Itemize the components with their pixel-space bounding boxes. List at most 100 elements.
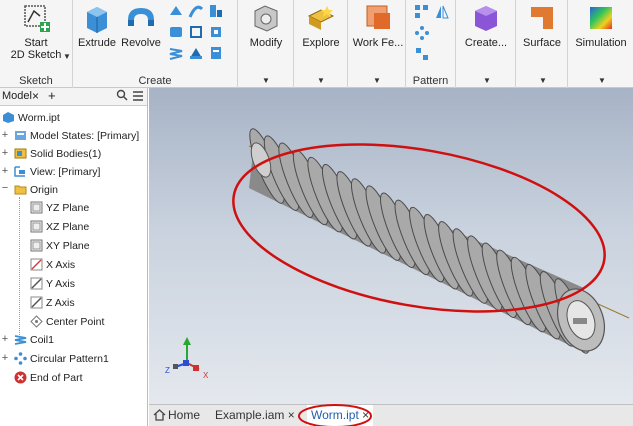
tree-item-label: View: [Primary] — [30, 166, 101, 178]
tree-item-xz-plane[interactable]: XZ Plane — [30, 218, 89, 236]
browser-tab-bar: Model × + — [0, 88, 147, 106]
close-icon[interactable]: × — [32, 89, 39, 103]
triad-z-label: Z — [165, 366, 170, 375]
tab-assembly-label: Example.iam — [215, 408, 285, 422]
sketch-group: Start 2D Sketch ▼ Sketch — [0, 0, 73, 88]
create-freeform-group: Create... ▼ — [456, 0, 516, 88]
chevron-down-icon[interactable]: ▼ — [598, 76, 606, 85]
rectangular-pattern-icon[interactable] — [414, 4, 430, 20]
tree-item-circular-pattern[interactable]: Circular Pattern1 — [14, 350, 109, 368]
tree-item-solid-bodies[interactable]: Solid Bodies(1) — [14, 145, 101, 163]
expand-icon[interactable]: + — [0, 165, 10, 177]
rib-icon[interactable] — [208, 3, 224, 19]
pattern-group-label: Pattern — [412, 75, 449, 87]
circular-pattern-icon — [14, 351, 27, 365]
chevron-down-icon[interactable]: ▼ — [262, 76, 270, 85]
folder-icon — [14, 183, 27, 196]
start-2d-sketch-button[interactable]: Start 2D Sketch — [6, 2, 66, 61]
triad-x-label: X — [203, 371, 209, 380]
tab-home[interactable]: Home — [153, 408, 200, 424]
freeform-box-icon — [470, 2, 502, 34]
axis-icon — [30, 258, 43, 271]
tree-item-model-states[interactable]: Model States: [Primary] — [14, 127, 139, 145]
extrude-label: Extrude — [78, 37, 116, 49]
sweep-icon[interactable] — [188, 3, 204, 19]
end-of-part-icon — [14, 371, 27, 384]
tree-item-end-of-part[interactable]: End of Part — [14, 369, 83, 387]
tree-item-label: End of Part — [30, 372, 83, 384]
tree-item-label: X Axis — [46, 259, 76, 271]
tree-item-center-point[interactable]: Center Point — [30, 313, 104, 331]
add-tab-icon[interactable]: + — [48, 88, 56, 103]
loft-icon[interactable] — [168, 3, 184, 19]
spring-icon[interactable] — [168, 45, 184, 61]
chevron-down-icon[interactable]: ▼ — [539, 76, 547, 85]
expand-icon[interactable]: + — [0, 333, 10, 345]
explore-icon — [305, 2, 337, 34]
expand-icon[interactable]: + — [0, 129, 10, 141]
tree-item-origin[interactable]: Origin — [14, 181, 58, 199]
start-label: Start — [24, 37, 48, 49]
tree-item-label: Worm.ipt — [18, 112, 60, 124]
create-freeform-label: Create... — [464, 37, 508, 49]
work-features-button[interactable]: Work Fe... — [351, 2, 405, 49]
tree-item-xy-plane[interactable]: XY Plane — [30, 237, 90, 255]
decal-icon[interactable] — [188, 45, 204, 61]
menu-icon[interactable] — [132, 90, 144, 105]
import-icon[interactable] — [208, 45, 224, 61]
tree-item-y-axis[interactable]: Y Axis — [30, 275, 75, 293]
graphics-viewport[interactable]: Z X — [149, 88, 633, 404]
emboss-icon[interactable] — [188, 24, 204, 40]
simulation-icon — [585, 2, 617, 34]
mirror-icon[interactable] — [434, 4, 450, 20]
tree-item-label: Origin — [30, 184, 59, 196]
plane-icon — [30, 220, 43, 233]
solid-bodies-icon — [14, 147, 27, 160]
explore-button[interactable]: Explore — [297, 2, 345, 49]
chevron-down-icon[interactable]: ▼ — [373, 76, 381, 85]
search-icon[interactable] — [116, 89, 128, 104]
collapse-icon[interactable]: − — [0, 182, 10, 194]
model-browser: Model × + Worm.ipt + Model States: [Prim… — [0, 88, 148, 426]
tree-item-x-axis[interactable]: X Axis — [30, 256, 75, 274]
model-states-icon — [14, 129, 27, 142]
view-icon — [14, 165, 27, 178]
modify-button[interactable]: Modify — [242, 2, 290, 49]
tab-example-assembly[interactable]: Example.iam × — [215, 408, 295, 422]
home-icon — [153, 408, 166, 424]
create-freeform-button[interactable]: Create... — [460, 2, 512, 49]
tree-item-label: Coil1 — [30, 334, 54, 346]
revolve-button[interactable]: Revolve — [119, 2, 163, 49]
2d-sketch-label: 2D Sketch — [10, 49, 62, 61]
tab-model[interactable]: Model — [2, 90, 32, 102]
surface-button[interactable]: Surface — [519, 2, 565, 49]
close-icon[interactable]: × — [288, 408, 295, 422]
expand-icon[interactable]: + — [0, 352, 10, 364]
coil-icon — [14, 333, 27, 346]
derive-icon[interactable] — [208, 24, 224, 40]
chevron-down-icon[interactable]: ▼ — [63, 52, 71, 61]
model-tree: Worm.ipt + Model States: [Primary] + Sol… — [0, 107, 148, 407]
sketch-driven-pattern-icon[interactable] — [414, 46, 430, 62]
expand-icon[interactable]: + — [0, 147, 10, 159]
revolve-label: Revolve — [121, 37, 161, 49]
tree-item-coil[interactable]: Coil1 — [14, 331, 54, 349]
tree-item-view[interactable]: View: [Primary] — [14, 163, 100, 181]
worm-threads — [249, 128, 590, 354]
sketch-icon — [20, 2, 52, 34]
tree-item-part[interactable]: Worm.ipt — [2, 109, 60, 127]
tree-item-yz-plane[interactable]: YZ Plane — [30, 199, 89, 217]
tree-item-label: XY Plane — [46, 240, 90, 252]
tree-item-z-axis[interactable]: Z Axis — [30, 294, 75, 312]
circular-pattern-tool-icon[interactable] — [414, 25, 430, 41]
simulation-button[interactable]: Simulation — [571, 2, 631, 49]
pattern-group: Pattern — [406, 0, 456, 88]
chevron-down-icon[interactable]: ▼ — [317, 76, 325, 85]
part-icon — [2, 111, 15, 124]
simulation-group: Simulation ▼ — [568, 0, 633, 88]
sketch-group-label: Sketch — [19, 75, 53, 87]
extrude-button[interactable]: Extrude — [77, 2, 117, 49]
chevron-down-icon[interactable]: ▼ — [483, 76, 491, 85]
coil-tool-icon[interactable] — [168, 24, 184, 40]
revolve-icon — [125, 2, 157, 34]
